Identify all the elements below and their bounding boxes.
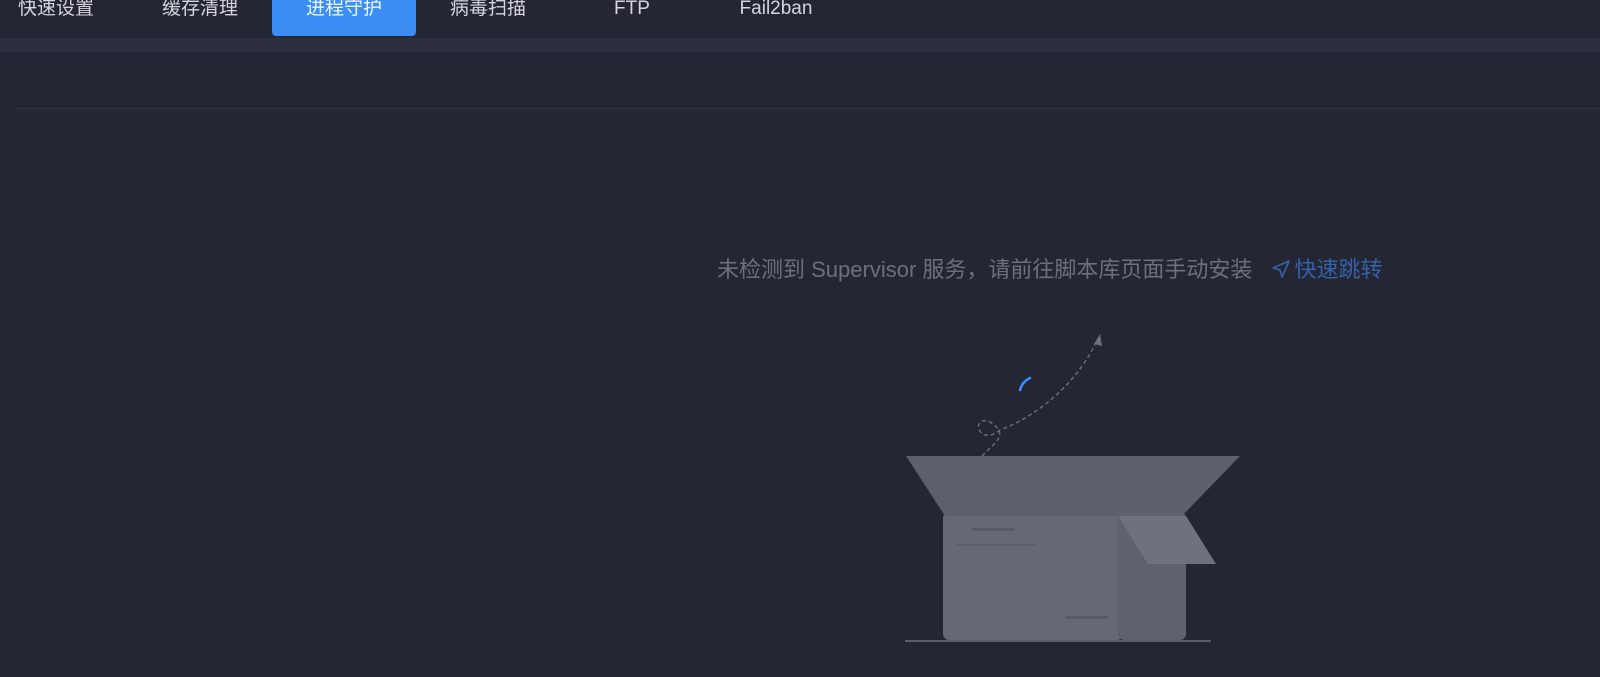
tab-process-guard[interactable]: 进程守护 [272,0,416,36]
tab-label: FTP [614,0,650,19]
tab-ftp[interactable]: FTP [592,0,672,36]
tab-virus-scan[interactable]: 病毒扫描 [430,0,546,36]
quick-jump-label: 快速跳转 [1294,257,1383,282]
notice-message: 未检测到 Supervisor 服务，请前往脚本库页面手动安装 [717,257,1253,282]
tab-bar: 快速设置 缓存清理 进程守护 病毒扫描 FTP Fail2ban [0,0,1600,38]
sub-toolbar [0,38,1600,52]
tab-cache-clean[interactable]: 缓存清理 [142,0,258,36]
arrow-head [1094,334,1102,346]
tab-label: 进程守护 [305,0,382,19]
navigation-arrow-icon [1271,260,1290,278]
box-front [943,512,1123,640]
empty-box-illustration [905,334,1240,642]
tab-label: 缓存清理 [161,0,238,19]
dashed-flight-path [977,337,1099,457]
tab-quick-settings[interactable]: 快速设置 [0,0,112,36]
tab-label: 病毒扫描 [449,0,526,19]
tab-label: Fail2ban [739,0,813,19]
blue-spark [1018,376,1032,392]
tab-label: 快速设置 [17,0,94,19]
box-label-line [1066,616,1108,619]
empty-state-notice: 未检测到 Supervisor 服务，请前往脚本库页面手动安装 快速跳转 [717,255,1383,285]
quick-jump-link[interactable]: 快速跳转 [1271,257,1383,282]
tab-fail2ban[interactable]: Fail2ban [722,0,830,36]
header-divider [12,108,1600,109]
box-label-line [972,528,1014,531]
box-flap-left [906,456,1120,516]
box-label-line [956,544,1036,546]
ground-line [905,640,1211,642]
